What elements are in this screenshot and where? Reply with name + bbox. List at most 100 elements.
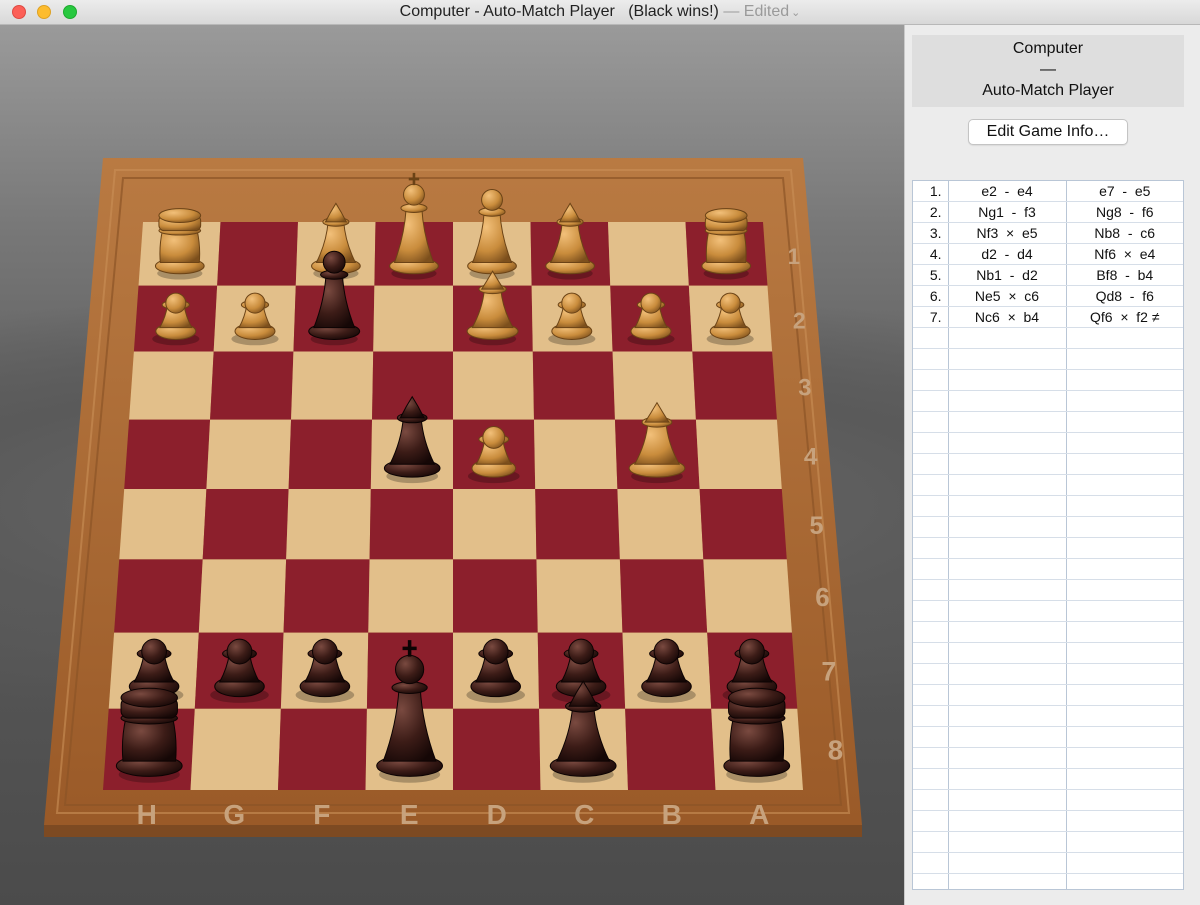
board-square[interactable] xyxy=(692,351,777,420)
file-label: E xyxy=(400,799,419,830)
move-row[interactable] xyxy=(913,453,1183,475)
board-square[interactable] xyxy=(217,222,298,286)
white-move xyxy=(948,369,1067,391)
board-square[interactable] xyxy=(368,559,453,633)
board-square[interactable] xyxy=(373,285,453,352)
move-row[interactable]: 6. Ne5 × c6 Qd8 - f6 xyxy=(913,285,1183,307)
board-square[interactable] xyxy=(453,708,541,790)
move-row[interactable] xyxy=(913,537,1183,559)
white-move xyxy=(948,600,1067,622)
chess-board[interactable]: 1 2 3 4 5 6 7 8 H G F E D C B A xyxy=(0,25,904,905)
board-front-edge xyxy=(44,825,862,837)
window-title[interactable]: Computer - Auto-Match Player (Black wins… xyxy=(0,3,1200,21)
move-row[interactable] xyxy=(913,789,1183,811)
move-row[interactable] xyxy=(913,684,1183,706)
board-square[interactable] xyxy=(283,559,370,633)
move-row[interactable] xyxy=(913,663,1183,685)
move-row[interactable]: 3. Nf3 × e5 Nb8 - c6 xyxy=(913,222,1183,244)
board-square[interactable] xyxy=(206,419,292,489)
move-row[interactable]: 4. d2 - d4 Nf6 × e4 xyxy=(913,243,1183,265)
board-square[interactable] xyxy=(699,488,787,560)
move-row[interactable] xyxy=(913,411,1183,433)
move-row[interactable] xyxy=(913,768,1183,790)
move-row[interactable] xyxy=(913,390,1183,412)
board-square[interactable] xyxy=(114,559,203,633)
move-row[interactable] xyxy=(913,726,1183,748)
black-move: Qf6 × f2 ≠ xyxy=(1066,306,1183,328)
board-viewport[interactable]: 1 2 3 4 5 6 7 8 H G F E D C B A xyxy=(0,25,904,905)
move-row[interactable] xyxy=(913,600,1183,622)
rank-label: 1 xyxy=(788,244,800,269)
move-row[interactable] xyxy=(913,831,1183,853)
board-square[interactable] xyxy=(617,488,704,560)
move-number: 5. xyxy=(913,264,949,286)
move-row[interactable] xyxy=(913,495,1183,517)
white-rook-piece[interactable] xyxy=(154,208,205,280)
move-row[interactable] xyxy=(913,747,1183,769)
board-square[interactable] xyxy=(532,351,615,420)
move-row[interactable] xyxy=(913,705,1183,727)
white-move xyxy=(948,327,1067,349)
move-row[interactable]: 5. Nb1 - d2 Bf8 - b4 xyxy=(913,264,1183,286)
board-square[interactable] xyxy=(190,708,281,790)
move-row[interactable] xyxy=(913,621,1183,643)
white-move xyxy=(948,873,1067,889)
move-row[interactable]: 2. Ng1 - f3 Ng8 - f6 xyxy=(913,201,1183,223)
move-row[interactable] xyxy=(913,852,1183,874)
board-square[interactable] xyxy=(453,488,537,560)
black-move xyxy=(1066,705,1183,727)
chevron-down-icon[interactable]: ⌄ xyxy=(791,7,800,19)
move-row[interactable] xyxy=(913,474,1183,496)
board-square[interactable] xyxy=(124,419,211,489)
black-move xyxy=(1066,684,1183,706)
board-square[interactable] xyxy=(278,708,367,790)
black-rook-piece[interactable] xyxy=(115,687,183,783)
move-row[interactable] xyxy=(913,810,1183,832)
board-square[interactable] xyxy=(536,559,623,633)
game-info-panel: Computer — Auto-Match Player Edit Game I… xyxy=(904,25,1200,905)
black-rook-piece[interactable] xyxy=(723,687,791,783)
player-separator: — xyxy=(1040,61,1056,78)
move-row[interactable] xyxy=(913,327,1183,349)
move-row[interactable] xyxy=(913,873,1183,889)
move-row[interactable] xyxy=(913,369,1183,391)
title-bar[interactable]: Computer - Auto-Match Player (Black wins… xyxy=(0,0,1200,25)
board-square[interactable] xyxy=(288,419,373,489)
move-row[interactable] xyxy=(913,579,1183,601)
board-square[interactable] xyxy=(533,419,618,489)
board-square[interactable] xyxy=(198,559,287,633)
board-square[interactable] xyxy=(286,488,371,560)
board-square[interactable] xyxy=(453,559,538,633)
move-number xyxy=(913,411,949,433)
move-row[interactable]: 1. e2 - e4 e7 - e5 xyxy=(913,181,1183,202)
move-row[interactable] xyxy=(913,558,1183,580)
move-row[interactable] xyxy=(913,348,1183,370)
move-table[interactable]: 1. e2 - e4 e7 - e5 2. Ng1 - f3 Ng8 - f6 3. Nf3 … xyxy=(913,181,1183,889)
board-square[interactable] xyxy=(202,488,289,560)
black-move xyxy=(1066,873,1183,889)
board-square[interactable] xyxy=(129,351,214,420)
white-rook-piece[interactable] xyxy=(701,208,752,280)
move-row[interactable] xyxy=(913,516,1183,538)
move-row[interactable] xyxy=(913,642,1183,664)
rank-label: 4 xyxy=(804,443,818,470)
board-square[interactable] xyxy=(210,351,294,420)
board-square[interactable] xyxy=(535,488,620,560)
board-square[interactable] xyxy=(119,488,207,560)
white-move: Ng1 - f3 xyxy=(948,201,1067,223)
board-square[interactable] xyxy=(453,351,534,420)
move-row[interactable] xyxy=(913,432,1183,454)
black-player-name: Auto-Match Player xyxy=(982,82,1114,99)
board-square[interactable] xyxy=(619,559,708,633)
board-square[interactable] xyxy=(369,488,453,560)
board-square[interactable] xyxy=(625,708,716,790)
board-square[interactable] xyxy=(695,419,782,489)
edit-game-info-button[interactable]: Edit Game Info… xyxy=(968,119,1128,145)
board-square[interactable] xyxy=(703,559,792,633)
board-square[interactable] xyxy=(291,351,374,420)
white-move: Nb1 - d2 xyxy=(948,264,1067,286)
board-square[interactable] xyxy=(608,222,689,286)
move-list[interactable]: 1. e2 - e4 e7 - e5 2. Ng1 - f3 Ng8 - f6 3. Nf3 … xyxy=(912,180,1184,890)
move-row[interactable]: 7. Nc6 × b4 Qf6 × f2 ≠ xyxy=(913,306,1183,328)
white-move xyxy=(948,705,1067,727)
